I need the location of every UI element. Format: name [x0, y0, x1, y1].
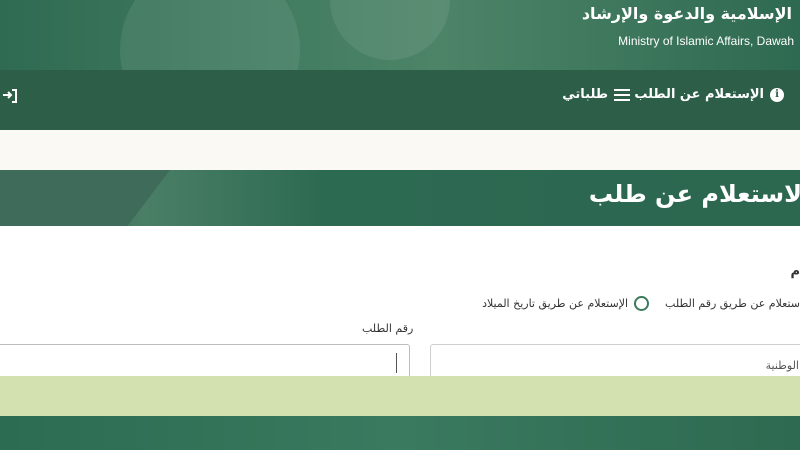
sign-in-icon[interactable]	[2, 88, 18, 104]
ministry-title-arabic: الإسلامية والدعوة والإرشاد	[581, 4, 792, 23]
section-heading: م	[790, 264, 800, 279]
ministry-title-english: Ministry of Islamic Affairs, Dawah	[618, 34, 794, 48]
info-icon: i	[770, 87, 784, 102]
site-header: الإسلامية والدعوة والإرشاد Ministry of I…	[0, 0, 800, 70]
radio-label: ستعلام عن طريق رقم الطلب	[665, 297, 800, 310]
action-bar	[0, 376, 800, 416]
request-number-label: رقم الطلب	[362, 322, 414, 335]
nav-item-request-inquiry[interactable]: i الإستعلام عن الطلب	[634, 87, 784, 102]
radio-by-request-number[interactable]: ستعلام عن طريق رقم الطلب	[665, 297, 800, 310]
page-title: لاستعلام عن طلب	[588, 180, 800, 208]
list-icon	[614, 88, 630, 101]
nav-item-label: الإستعلام عن الطلب	[634, 87, 764, 102]
text-cursor	[396, 353, 397, 373]
radio-circle-icon[interactable]	[634, 296, 650, 311]
nav-item-my-requests[interactable]: طلباتي	[562, 87, 630, 102]
notice-strip	[0, 130, 800, 170]
main-nav: i الإستعلام عن الطلب طلباتي	[0, 70, 800, 130]
title-decoration	[0, 170, 170, 226]
page-title-band: لاستعلام عن طلب	[0, 170, 800, 226]
inquiry-form: م ستعلام عن طريق رقم الطلب الإستعلام عن …	[0, 226, 800, 386]
radio-label: الإستعلام عن طريق تاريخ الميلاد	[482, 297, 629, 310]
site-footer	[0, 416, 800, 450]
radio-by-birth-date[interactable]: الإستعلام عن طريق تاريخ الميلاد	[482, 296, 650, 311]
inquiry-method-radio-group: ستعلام عن طريق رقم الطلب الإستعلام عن طر…	[482, 296, 800, 311]
nav-item-label: طلباتي	[562, 87, 608, 102]
national-id-placeholder: الوطنية	[765, 359, 799, 372]
